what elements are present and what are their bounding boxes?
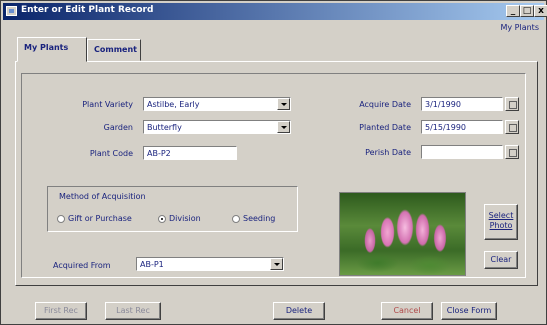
perish-date-field[interactable] [421,145,503,159]
tab-my-plants[interactable]: My Plants [17,37,87,62]
close-window-button[interactable]: x [534,5,547,17]
calendar-icon[interactable] [505,97,519,111]
radio-division[interactable]: Division [158,214,201,223]
radio-selected-icon [158,214,166,223]
calendar-icon[interactable] [505,120,519,134]
form-icon [6,6,17,16]
close-form-button[interactable]: Close Form [441,302,497,320]
planted-date-label: Planted Date [359,123,411,132]
calendar-icon[interactable] [505,145,519,159]
maximize-button[interactable]: □ [520,5,534,17]
perish-date-label: Perish Date [365,148,411,157]
last-record-button[interactable]: Last Rec [105,302,161,320]
planted-date-field[interactable]: 5/15/1990 [421,120,503,134]
first-record-button[interactable]: First Rec [35,302,87,320]
plant-code-label: Plant Code [89,149,133,158]
radio-icon [57,214,65,223]
chevron-down-icon[interactable] [277,121,290,133]
garden-label: Garden [103,123,133,132]
delete-button[interactable]: Delete [273,302,325,320]
title-bar[interactable]: Enter or Edit Plant Record _ □ x [3,3,547,20]
radio-seeding[interactable]: Seeding [232,214,275,223]
acquired-from-combo[interactable]: AB-P1 [136,257,284,271]
chevron-down-icon[interactable] [277,98,290,110]
garden-combo[interactable]: Butterfly [143,120,291,134]
radio-icon [232,214,240,223]
header-label: My Plants [500,23,539,32]
plant-photo [339,192,466,276]
plant-variety-label: Plant Variety [82,100,133,109]
minimize-button[interactable]: _ [506,5,520,17]
window-title: Enter or Edit Plant Record [21,5,154,15]
select-photo-button[interactable]: Select Photo [484,204,518,240]
acquire-date-label: Acquire Date [359,100,411,109]
radio-label: Gift or Purchase [68,214,132,223]
acquire-date-field[interactable]: 3/1/1990 [421,97,503,111]
tab-comment[interactable]: Comment [87,39,141,61]
cancel-button[interactable]: Cancel [381,302,433,320]
radio-label: Seeding [243,214,276,223]
radio-gift-or-purchase[interactable]: Gift or Purchase [57,214,132,223]
acquired-from-label: Acquired From [53,261,111,270]
plant-record-window: Enter or Edit Plant Record _ □ x My Plan… [0,0,547,325]
plant-variety-combo[interactable]: Astilbe, Early [143,97,291,111]
clear-photo-button[interactable]: Clear [484,251,518,269]
chevron-down-icon[interactable] [270,258,283,270]
acquisition-method-label: Method of Acquisition [59,192,146,201]
radio-label: Division [169,214,201,223]
plant-code-field[interactable]: AB-P2 [143,146,237,160]
